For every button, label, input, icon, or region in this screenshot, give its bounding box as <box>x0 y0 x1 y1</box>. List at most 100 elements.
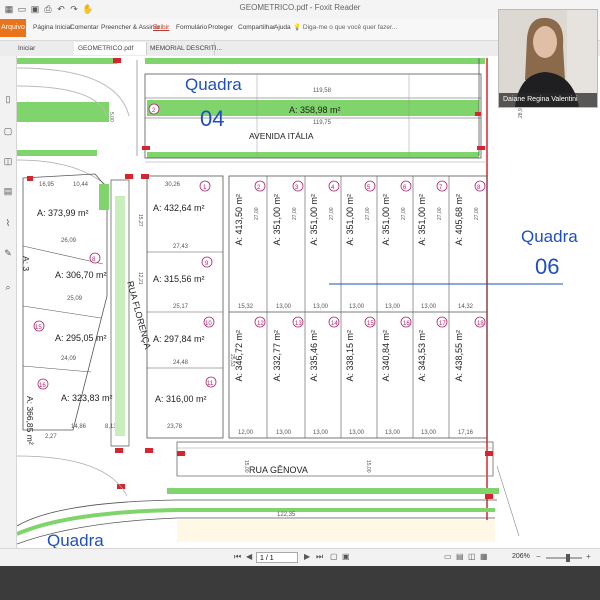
green-strip <box>17 102 109 122</box>
zoom-level[interactable]: 206% <box>512 553 530 560</box>
tell-me-search[interactable]: 💡 Diga-me o que você quer fazer... <box>293 23 397 31</box>
lot-area: A: 343,53 m² <box>417 330 427 382</box>
first-page-icon[interactable]: ⏮ <box>234 552 241 562</box>
measure: 27,43 <box>173 244 189 250</box>
participant-video: Daiane Regina Valentini <box>498 9 598 108</box>
lot-area: A: 351,00 m² <box>345 194 355 246</box>
zoom-out-icon[interactable]: − <box>536 552 541 561</box>
next-page-icon[interactable]: ▶ <box>304 552 310 561</box>
lot-area: A: 351,00 m² <box>309 194 319 246</box>
search-icon[interactable]: ⌕ <box>3 282 13 292</box>
lot-11-area: A: 316,00 m² <box>155 394 207 404</box>
lot-top-area: A: 358,98 m² <box>289 105 341 115</box>
tab-memorial-label: MEMORIAL DESCRITI... <box>150 45 222 52</box>
page-number-input[interactable]: 1 / 1 <box>256 552 298 563</box>
marker <box>125 174 133 179</box>
measure: 23,78 <box>167 424 183 430</box>
marker <box>115 448 123 453</box>
lot-10-number: 10 <box>205 321 212 327</box>
lot-width: 13,00 <box>349 430 365 436</box>
pages-icon[interactable]: ▢ <box>3 126 13 136</box>
lot-area: A: 346,72 m² <box>234 330 244 382</box>
lot-depth: 27,00 <box>365 207 371 220</box>
zoom-slider-handle[interactable] <box>566 554 570 562</box>
measure: 5,00 <box>108 112 114 122</box>
measure: 12,21 <box>137 272 143 285</box>
bookmark-icon[interactable]: ▯ <box>3 94 13 104</box>
lot-left-3-area: A: 295,05 m² <box>55 333 107 343</box>
dim-119-75: 119,75 <box>313 120 332 126</box>
lot-number: 17 <box>439 321 446 327</box>
view-facing-icon[interactable]: ◫ <box>468 552 476 561</box>
zoom-slider[interactable] <box>546 557 582 559</box>
green-strip <box>99 184 109 210</box>
lot-number: 16 <box>403 321 410 327</box>
view-continuous-icon[interactable]: ▤ <box>456 552 464 561</box>
lot-number: 12 <box>257 321 264 327</box>
last-page-icon[interactable]: ⏭ <box>316 552 323 562</box>
signature-icon[interactable]: ✎ <box>3 248 13 258</box>
tab-memorial[interactable]: MEMORIAL DESCRITI... <box>146 42 222 55</box>
lot-9-area: A: 315,56 m² <box>153 274 205 284</box>
zoom-in-icon[interactable]: + <box>586 552 591 561</box>
document-view[interactable]: 119,58 119,75 2 A: 358,98 m² Quadra 04 A… <box>17 56 600 548</box>
menu-help[interactable]: Ajuda <box>274 24 291 31</box>
status-bar: ⏮ ◀ 1 / 1 ▶ ⏭ ▢ ▣ ▭ ▤ ◫ ▦ 206% − + <box>0 548 600 567</box>
lot-depth: 27,00 <box>401 207 407 220</box>
green-strip <box>17 150 97 156</box>
lot-area: A: 351,00 m² <box>381 194 391 246</box>
layers-icon[interactable]: ◫ <box>3 156 13 166</box>
marker <box>113 58 121 63</box>
quadra-04-label: Quadra <box>185 75 242 94</box>
save-page-icon[interactable]: ▣ <box>342 552 350 561</box>
view-single-icon[interactable]: ▭ <box>444 552 452 561</box>
lot-number: 18 <box>477 321 484 327</box>
lot-1-area: A: 432,64 m² <box>153 203 205 213</box>
file-menu-button[interactable]: Arquivo <box>0 19 26 37</box>
menu-share[interactable]: Compartilhar <box>238 24 275 31</box>
lot-width: 17,16 <box>458 430 474 436</box>
measure: 26,09 <box>61 238 77 244</box>
green-strip <box>115 196 125 436</box>
prev-page-icon[interactable]: ◀ <box>246 552 252 561</box>
lot-number: 14 <box>331 321 338 327</box>
lot-width: 13,00 <box>276 430 292 436</box>
measure: 15,00 <box>365 460 371 473</box>
bottom-lot-strip <box>177 520 495 542</box>
marker <box>145 448 153 453</box>
measure: 16,95 <box>39 182 55 188</box>
menu-fill-sign[interactable]: Preencher & Assinar <box>101 24 160 31</box>
menu-home[interactable]: Página Inicial <box>33 24 72 31</box>
measure: 25,17 <box>173 304 189 310</box>
lot-left-extra-2: A: 3 <box>21 256 31 271</box>
lot-width: 14,32 <box>458 304 474 310</box>
lot-depth: 27,00 <box>292 207 298 220</box>
copy-icon[interactable]: ▢ <box>330 552 338 561</box>
marker <box>27 176 33 181</box>
attachment-icon[interactable]: ⌇ <box>3 218 13 228</box>
comment-icon[interactable]: ▤ <box>3 186 13 196</box>
lot-10-area: A: 297,84 m² <box>153 334 205 344</box>
lot-depth: 27,00 <box>329 207 335 220</box>
lot-left-4-number: 16 <box>39 383 46 389</box>
lot-left-1-area: A: 373,99 m² <box>37 208 89 218</box>
tell-me-placeholder: Diga-me o que você quer fazer... <box>302 24 398 31</box>
lot-left-4-area: A: 323,83 m² <box>61 393 113 403</box>
lot-area: A: 351,00 m² <box>417 194 427 246</box>
lot-1-width: 30,26 <box>165 182 181 188</box>
measure: 15,27 <box>137 214 143 227</box>
lot-number: 13 <box>295 321 302 327</box>
lot-left-extra-area: A: 366,85 m² <box>25 396 35 445</box>
lot-area: A: 413,50 m² <box>234 194 244 246</box>
lot-depth: 27,00 <box>474 207 480 220</box>
lot-number: 15 <box>367 321 374 327</box>
tab-start[interactable]: Iniciar <box>14 42 75 55</box>
menu-view[interactable]: Exibir <box>153 24 169 31</box>
tab-geometrico[interactable]: GEOMETRICO.pdf <box>74 42 147 55</box>
marker <box>142 146 150 150</box>
menu-comment[interactable]: Comentar <box>70 24 99 31</box>
marker <box>177 451 185 456</box>
menu-form[interactable]: Formulário <box>176 24 207 31</box>
menu-protect[interactable]: Proteger <box>208 24 233 31</box>
view-grid-icon[interactable]: ▦ <box>480 552 488 561</box>
